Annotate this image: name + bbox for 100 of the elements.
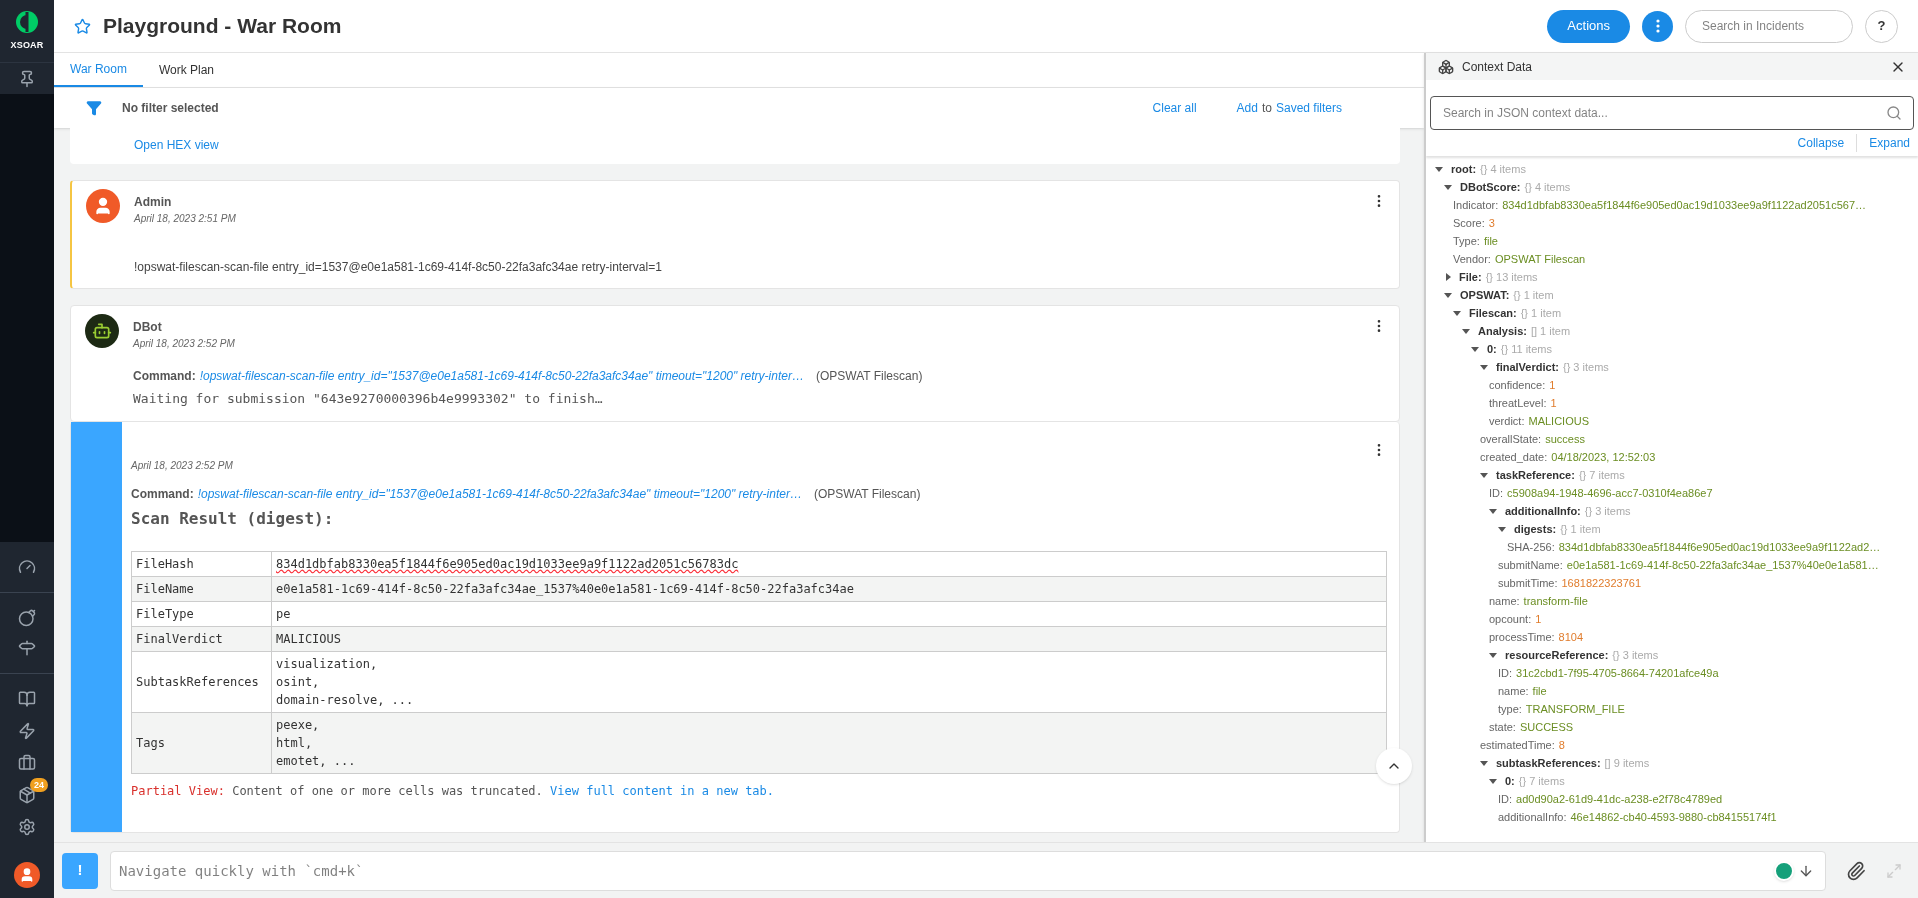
chat-input-field[interactable]: Navigate quickly with `cmd+k` (110, 850, 1826, 891)
settings-icon[interactable] (18, 818, 36, 836)
tree-key[interactable]: Analysis: (1478, 322, 1527, 340)
tree-value: c5908a94-1948-4696-acc7-0310f4ea86e7 (1507, 485, 1713, 501)
command-link[interactable]: !opswat-filescan-scan-file entry_id="1537@e0e1a581-1c69-414f-8c50-22fa3afc34ae" timeout="1200" retry-inter… (199, 367, 804, 385)
tree-key[interactable]: resourceReference: (1505, 646, 1609, 664)
item-count: {} 4 items (1480, 161, 1526, 177)
command-source: (OPSWAT Filescan) (813, 485, 921, 503)
attach-icon[interactable] (1846, 860, 1866, 881)
tree-key[interactable]: digests: (1514, 520, 1557, 538)
result-heading: Scan Result (digest): (131, 507, 335, 530)
tree-key[interactable]: root: (1451, 160, 1477, 178)
tree-key: additionalInfo: (1498, 808, 1567, 826)
filter-icon[interactable] (86, 100, 102, 116)
item-count: [] 9 items (1604, 755, 1650, 771)
item-count: {} 7 items (1518, 773, 1565, 789)
tree-key[interactable]: File: (1459, 268, 1482, 286)
tree-value: 46e14862-cb40-4593-9880-cb84155174f1 (1570, 809, 1777, 825)
collapse-arrow-icon[interactable] (1489, 508, 1497, 514)
lightning-icon[interactable] (18, 722, 36, 740)
tree-key: name: (1498, 682, 1529, 700)
pin-icon[interactable] (18, 69, 36, 88)
item-count: {} 7 items (1578, 467, 1625, 483)
bomb-icon[interactable] (18, 609, 36, 627)
author-name: DBot (133, 319, 163, 336)
tree-key[interactable]: DBotScore: (1460, 178, 1521, 196)
collapse-arrow-icon[interactable] (1489, 652, 1497, 658)
partial-view-note: Partial View: Content of one or more cells was truncated. View full content in a new tab. (131, 782, 776, 800)
star-icon[interactable] (74, 17, 91, 35)
tree-key: overallState: (1480, 430, 1542, 448)
signpost-icon[interactable] (18, 639, 36, 657)
tree-value: SUCCESS (1519, 719, 1574, 735)
notification-badge: 24 (30, 778, 48, 792)
tree-value: 3 (1488, 215, 1495, 231)
item-count: [] 1 item (1530, 323, 1571, 339)
collapse-arrow-icon[interactable] (1489, 778, 1497, 784)
more-icon (1655, 19, 1660, 33)
add-link[interactable]: Add (1236, 99, 1258, 117)
collapse-arrow-icon[interactable] (1471, 346, 1479, 352)
tree-key[interactable]: 0: (1487, 340, 1497, 358)
command-label: Command: (133, 368, 196, 385)
logo-icon (15, 9, 39, 36)
hex-view-link[interactable]: Open HEX view (134, 138, 219, 152)
cubes-icon (1438, 58, 1454, 75)
item-count: {} 1 item (1520, 305, 1562, 321)
item-count: {} 1 item (1513, 287, 1554, 303)
clear-all-link[interactable]: Clear all (1152, 99, 1197, 117)
collapse-arrow-icon[interactable] (1444, 184, 1452, 190)
table-cell: visualization, osint, domain-resolve, ... (271, 651, 1387, 712)
filter-status: No filter selected (122, 100, 219, 117)
gauge-icon[interactable] (18, 558, 36, 576)
collapse-arrow-icon[interactable] (1498, 526, 1506, 532)
tree-value: 1 (1535, 611, 1542, 627)
collapse-arrow-icon[interactable] (1480, 760, 1488, 766)
actions-button[interactable]: Actions (1547, 9, 1630, 43)
book-icon[interactable] (18, 690, 36, 708)
tree-value: MALICIOUS (1528, 413, 1589, 429)
tree-key[interactable]: subtaskReferences: (1496, 754, 1601, 772)
author-name: Admin (134, 194, 173, 211)
tree-key: created_date: (1480, 448, 1548, 466)
tree-key[interactable]: finalVerdict: (1496, 358, 1559, 376)
tree-key[interactable]: 0: (1505, 772, 1515, 790)
more-button[interactable] (1642, 10, 1673, 42)
full-content-link[interactable]: View full content in a new tab. (550, 783, 775, 798)
collapse-arrow-icon[interactable] (1480, 472, 1488, 478)
tree-key: ID: (1498, 664, 1513, 682)
tree-key: submitTime: (1498, 574, 1558, 592)
item-count: {} 3 items (1612, 647, 1659, 663)
expand-link[interactable]: Expand (1857, 134, 1910, 152)
command-source: (OPSWAT Filescan) (815, 368, 923, 385)
collapse-link[interactable]: Collapse (1797, 134, 1858, 152)
tree-key[interactable]: additionalInfo: (1505, 502, 1581, 520)
tree-key[interactable]: taskReference: (1496, 466, 1575, 484)
tree-key[interactable]: OPSWAT: (1460, 286, 1510, 304)
tree-key: verdict: (1489, 412, 1525, 430)
json-search-field[interactable]: Search in JSON context data... (1430, 96, 1914, 130)
user-avatar (86, 189, 120, 223)
collapse-arrow-icon[interactable] (1480, 364, 1488, 370)
table-cell: FileName (131, 576, 272, 601)
tree-value: 1 (1549, 377, 1556, 393)
collapse-arrow-icon[interactable] (1462, 328, 1470, 334)
tab[interactable]: Work Plan (142, 52, 231, 87)
collapse-arrow-icon[interactable] (1444, 292, 1452, 298)
table-cell: FileType (131, 601, 272, 626)
search-field[interactable]: Search in Incidents (1685, 9, 1853, 43)
tree-value: file (1532, 683, 1547, 699)
tree-key: submitName: (1498, 556, 1563, 574)
item-count: {} 13 items (1485, 269, 1538, 285)
command-link[interactable]: !opswat-filescan-scan-file entry_id="1537@e0e1a581-1c69-414f-8c50-22fa3afc34ae" timeout="1200" retry-inter… (197, 484, 802, 503)
tree-key: threatLevel: (1489, 394, 1547, 412)
table-cell: FileHash (131, 551, 272, 576)
package-icon[interactable] (18, 786, 36, 804)
tree-key[interactable]: Filescan: (1469, 304, 1517, 322)
expand-arrow-icon[interactable] (1446, 273, 1451, 281)
user-avatar[interactable] (14, 862, 40, 888)
collapse-arrow-icon[interactable] (1453, 310, 1461, 316)
item-count: {} 3 items (1584, 503, 1631, 519)
saved-filters-link[interactable]: Saved filters (1275, 99, 1342, 117)
briefcase-icon[interactable] (18, 754, 36, 772)
collapse-arrow-icon[interactable] (1435, 166, 1443, 172)
